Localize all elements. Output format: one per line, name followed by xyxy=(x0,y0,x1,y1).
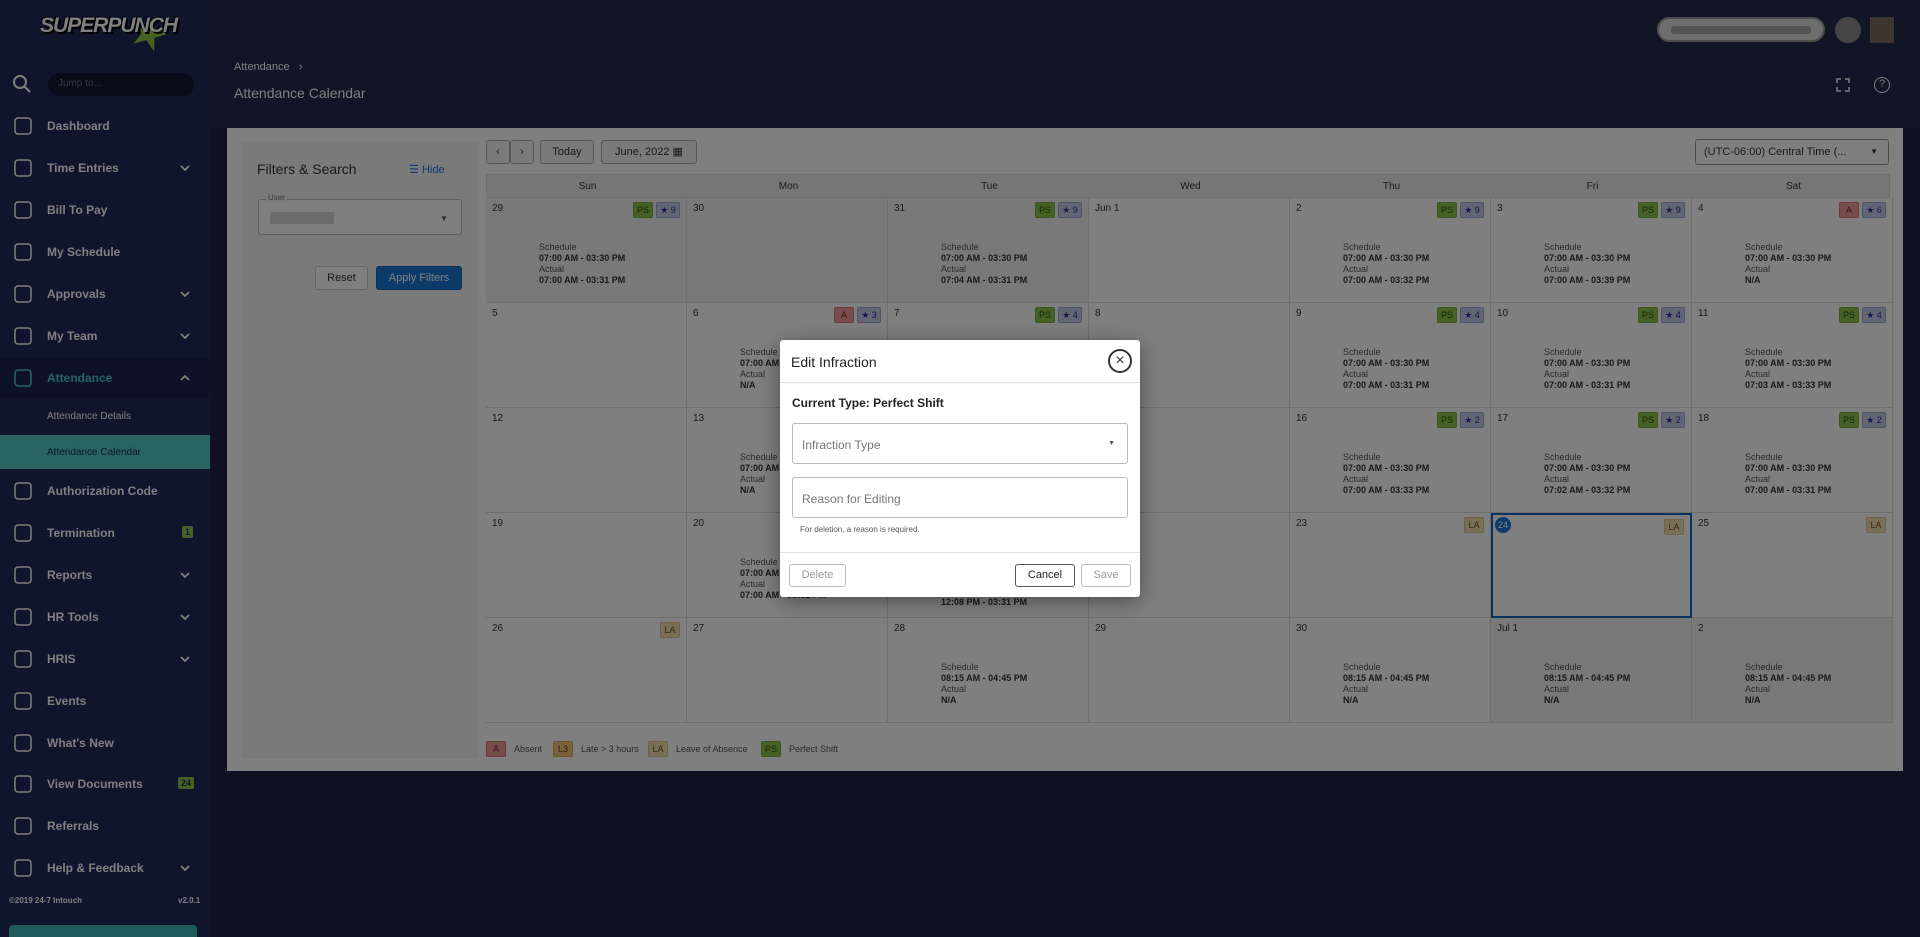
infraction-type-select[interactable]: Infraction Type ▼ xyxy=(792,423,1128,464)
delete-button[interactable]: Delete xyxy=(789,564,846,587)
save-button[interactable]: Save xyxy=(1081,564,1131,587)
cancel-button[interactable]: Cancel xyxy=(1015,564,1075,587)
reason-for-editing-input[interactable]: Reason for Editing xyxy=(792,477,1128,518)
deletion-help-text: For deletion, a reason is required. xyxy=(800,525,920,534)
infraction-type-placeholder: Infraction Type xyxy=(802,438,881,452)
modal-header: Edit Infraction × xyxy=(780,340,1140,383)
infraction-caret-icon: ▼ xyxy=(1108,440,1115,447)
close-icon[interactable]: × xyxy=(1108,349,1132,373)
edit-infraction-modal: Edit Infraction × Current Type: Perfect … xyxy=(780,340,1140,597)
current-type: Current Type: Perfect Shift xyxy=(792,396,944,410)
reason-placeholder: Reason for Editing xyxy=(802,492,901,506)
modal-title: Edit Infraction xyxy=(791,354,877,370)
